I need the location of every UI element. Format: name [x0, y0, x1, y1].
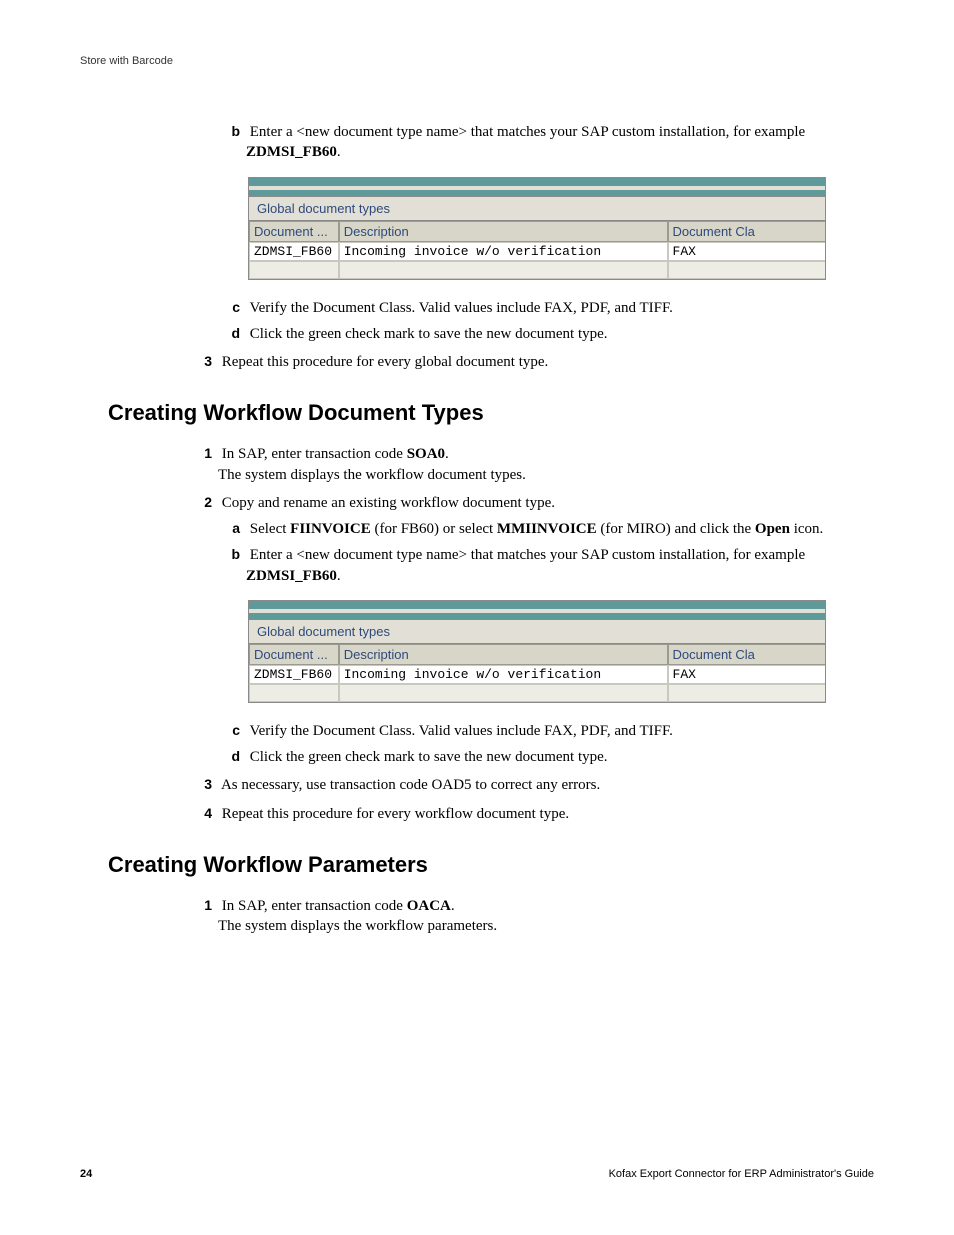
- code: MMIINVOICE: [497, 521, 597, 537]
- sap-titlebar: [248, 177, 826, 186]
- marker-c: c: [220, 298, 246, 317]
- table-row-empty: [248, 261, 826, 280]
- text: (for FB60) or select: [371, 521, 497, 537]
- cell-empty: [668, 261, 825, 279]
- code: ZDMSI_FB60: [246, 568, 337, 584]
- marker-1: 1: [188, 896, 218, 915]
- marker-a: a: [220, 519, 246, 538]
- marker-b: b: [220, 545, 246, 564]
- step-3: 3 As necessary, use transaction code OAD…: [218, 775, 874, 795]
- sap-column-headers: Document ... Description Document Cla: [248, 644, 826, 665]
- substep-c: c Verify the Document Class. Valid value…: [246, 298, 874, 318]
- text: Enter a <new document type name> that ma…: [250, 547, 805, 563]
- text: Click the green check mark to save the n…: [250, 749, 608, 765]
- substep-d: d Click the green check mark to save the…: [246, 324, 874, 344]
- text: The system displays the workflow documen…: [218, 465, 874, 485]
- cell-description: Incoming invoice w/o verification: [339, 665, 668, 684]
- text: Click the green check mark to save the n…: [250, 326, 608, 342]
- marker-2: 2: [188, 493, 218, 512]
- col-document-class: Document Cla: [668, 221, 825, 242]
- page-footer: 24 Kofax Export Connector for ERP Admini…: [80, 1168, 874, 1180]
- sap-table-screenshot: Global document types Document ... Descr…: [248, 600, 826, 703]
- substep-d: d Click the green check mark to save the…: [246, 747, 874, 767]
- step-1: 1 In SAP, enter transaction code SOA0. T…: [218, 444, 874, 485]
- text: Enter a <new document type name> that ma…: [250, 124, 805, 140]
- code: ZDMSI_FB60: [246, 144, 337, 160]
- text: As necessary, use transaction code OAD5 …: [221, 777, 600, 793]
- text: Verify the Document Class. Valid values …: [249, 723, 672, 739]
- marker-1: 1: [188, 444, 218, 463]
- marker-4: 4: [188, 804, 218, 823]
- col-document-class: Document Cla: [668, 644, 825, 665]
- cell-empty: [668, 684, 825, 702]
- code: SOA0: [407, 446, 445, 462]
- step-3: 3 Repeat this procedure for every global…: [218, 352, 874, 372]
- text: In SAP, enter transaction code: [222, 446, 407, 462]
- text: Repeat this procedure for every global d…: [222, 354, 549, 370]
- cell-description: Incoming invoice w/o verification: [339, 242, 668, 261]
- substep-c: c Verify the Document Class. Valid value…: [246, 721, 874, 741]
- cell-document: ZDMSI_FB60: [249, 242, 339, 261]
- sap-column-headers: Document ... Description Document Cla: [248, 221, 826, 242]
- table-row: ZDMSI_FB60 Incoming invoice w/o verifica…: [248, 242, 826, 261]
- sap-group-title: Global document types: [248, 619, 826, 644]
- marker-3: 3: [188, 352, 218, 371]
- marker-d: d: [220, 324, 246, 343]
- text: (for MIRO) and click the: [597, 521, 755, 537]
- marker-b: b: [220, 122, 246, 141]
- code: FIINVOICE: [290, 521, 371, 537]
- col-document: Document ...: [249, 221, 339, 242]
- cell-empty: [249, 684, 339, 702]
- text: icon.: [790, 521, 823, 537]
- page-number: 24: [80, 1168, 92, 1180]
- table-row-empty: [248, 684, 826, 703]
- cell-empty: [249, 261, 339, 279]
- sap-titlebar: [248, 600, 826, 609]
- step-2: 2 Copy and rename an existing workflow d…: [218, 493, 874, 513]
- text: .: [445, 446, 449, 462]
- sap-table-screenshot: Global document types Document ... Descr…: [248, 177, 826, 280]
- text: .: [337, 568, 341, 584]
- substep-a: a Select FIINVOICE (for FB60) or select …: [246, 519, 874, 539]
- text: .: [451, 898, 455, 914]
- text: .: [337, 144, 341, 160]
- text: Verify the Document Class. Valid values …: [249, 300, 672, 316]
- cell-document-class: FAX: [668, 665, 825, 684]
- heading-workflow-doc-types: Creating Workflow Document Types: [108, 400, 874, 426]
- text: Select: [250, 521, 290, 537]
- marker-c: c: [220, 721, 246, 740]
- text: In SAP, enter transaction code: [222, 898, 407, 914]
- cell-document-class: FAX: [668, 242, 825, 261]
- code: OACA: [407, 898, 451, 914]
- running-header: Store with Barcode: [80, 55, 874, 67]
- text: The system displays the workflow paramet…: [218, 916, 874, 936]
- marker-d: d: [220, 747, 246, 766]
- heading-workflow-parameters: Creating Workflow Parameters: [108, 852, 874, 878]
- footer-title: Kofax Export Connector for ERP Administr…: [609, 1168, 874, 1180]
- cell-empty: [339, 684, 668, 702]
- text: Repeat this procedure for every workflow…: [222, 806, 569, 822]
- table-row: ZDMSI_FB60 Incoming invoice w/o verifica…: [248, 665, 826, 684]
- step-1: 1 In SAP, enter transaction code OACA. T…: [218, 896, 874, 937]
- cell-empty: [339, 261, 668, 279]
- step-4: 4 Repeat this procedure for every workfl…: [218, 804, 874, 824]
- text: Copy and rename an existing workflow doc…: [222, 495, 555, 511]
- col-document: Document ...: [249, 644, 339, 665]
- substep-b: b Enter a <new document type name> that …: [246, 122, 874, 163]
- col-description: Description: [339, 221, 668, 242]
- marker-3: 3: [188, 775, 218, 794]
- sap-group-title: Global document types: [248, 196, 826, 221]
- cell-document: ZDMSI_FB60: [249, 665, 339, 684]
- code: Open: [755, 521, 790, 537]
- substep-b: b Enter a <new document type name> that …: [246, 545, 874, 586]
- col-description: Description: [339, 644, 668, 665]
